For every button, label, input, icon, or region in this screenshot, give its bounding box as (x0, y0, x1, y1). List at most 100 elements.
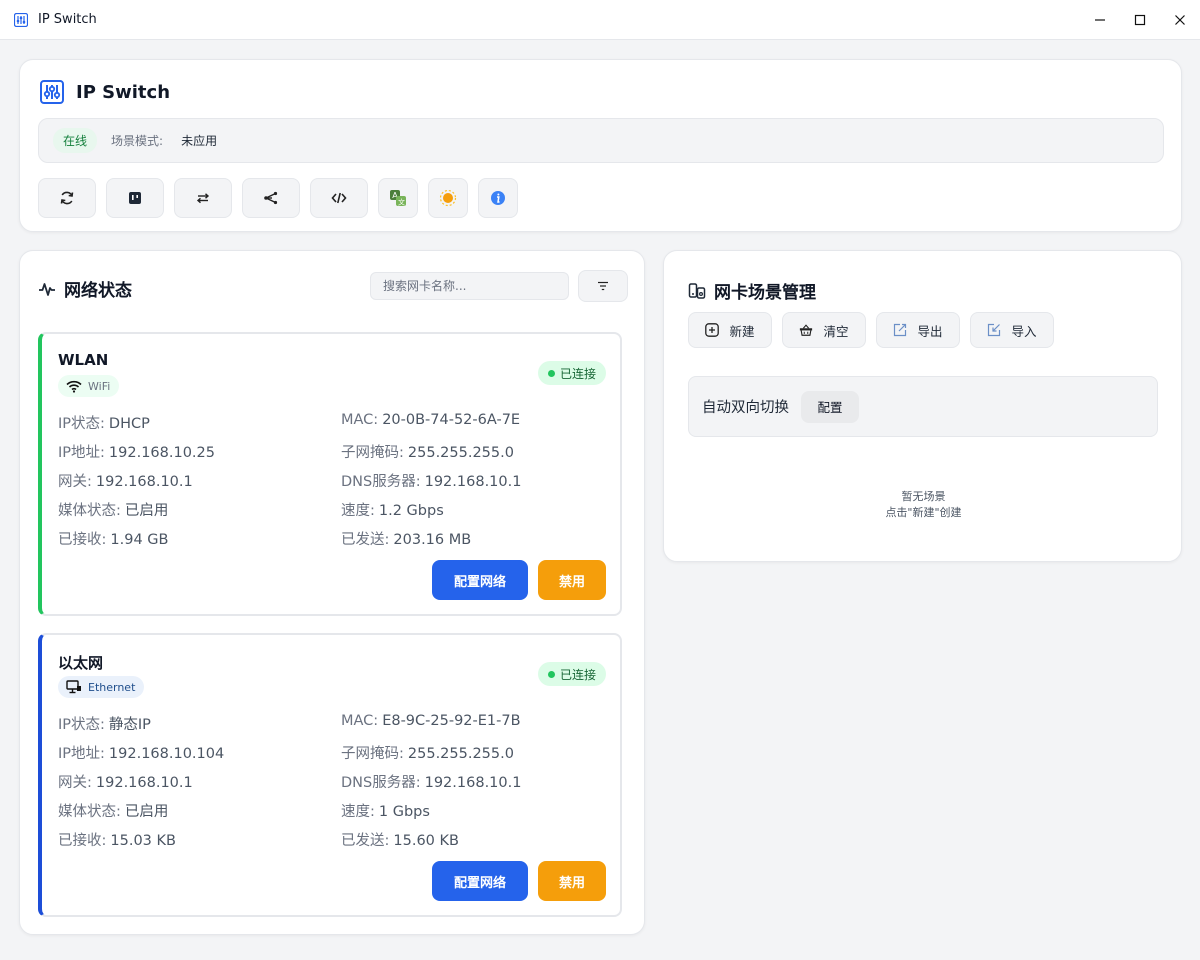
adapter-type-badge: Ethernet (58, 676, 145, 698)
export-scenes-label: 导出 (917, 323, 943, 339)
app-logo-icon (14, 12, 28, 27)
network-status-header: 网络状态 (38, 276, 132, 301)
sent-field: 已发送: 15.60 KB (341, 829, 459, 850)
speed-label: 速度: (341, 503, 375, 519)
export-scenes-button[interactable]: 导出 (876, 312, 960, 348)
subnet-mask-field: 子网掩码: 255.255.255.0 (341, 441, 514, 462)
received-field: 已接收: 15.03 KB (58, 829, 176, 850)
received-field: 已接收: 1.94 GB (58, 528, 168, 549)
subnet-mask-value: 255.255.255.0 (407, 746, 514, 762)
scene-management-card: 网卡场景管理 新建 清空 导出 导入 自动双向切换 配置 暂无场景 点击"新建"… (663, 250, 1182, 562)
swap-icon (196, 193, 210, 204)
code-icon (331, 192, 347, 204)
status-dot-icon (547, 369, 555, 377)
empty-scenes-hint: 点击"新建"创建 (885, 506, 962, 519)
plus-square-icon (705, 323, 720, 337)
media-status-field: 媒体状态: 已启用 (58, 800, 168, 821)
media-status-label: 媒体状态: (58, 503, 121, 519)
adapter-card-ethernet: 以太网 Ethernet 已连接 IP状态: 静态IP MAC: E8-9C-25-… (38, 633, 622, 917)
filter-button[interactable] (578, 270, 628, 302)
configure-network-button[interactable]: 配置网络 (432, 861, 528, 901)
clear-scenes-button[interactable]: 清空 (782, 312, 866, 348)
network-share-button[interactable] (242, 178, 300, 218)
swap-button[interactable] (174, 178, 232, 218)
disable-adapter-button[interactable]: 禁用 (538, 861, 606, 901)
connection-status-label: 已连接 (559, 667, 596, 682)
sent-field: 已发送: 203.16 MB (341, 528, 471, 549)
ip-status-field: IP状态: DHCP (58, 412, 150, 433)
connection-status-badge: 已连接 (537, 662, 606, 686)
translate-button[interactable]: A文 (378, 178, 418, 218)
sent-label: 已发送: (341, 532, 390, 548)
new-scene-button[interactable]: 新建 (688, 312, 772, 348)
auto-switch-label: 自动双向切换 (702, 400, 789, 416)
scene-actions: 新建 清空 导出 导入 (688, 312, 1064, 348)
dns-value: 192.168.10.1 (424, 474, 522, 490)
subnet-mask-label: 子网掩码: (341, 445, 404, 461)
import-scenes-button[interactable]: 导入 (970, 312, 1054, 348)
gateway-label: 网关: (58, 474, 92, 490)
configure-network-button[interactable]: 配置网络 (432, 560, 528, 600)
adapter-search-input[interactable] (370, 272, 569, 300)
auto-switch-config-button[interactable]: 配置 (801, 390, 859, 423)
status-bar: 在线 场景模式: 未应用 (38, 118, 1164, 163)
refresh-button[interactable] (38, 178, 96, 218)
info-icon (491, 191, 505, 205)
basket-icon (799, 323, 813, 337)
ip-address-value: 192.168.10.25 (108, 445, 215, 461)
activity-icon (38, 280, 56, 298)
speed-label: 速度: (341, 804, 375, 820)
terminal-button[interactable] (106, 178, 164, 218)
code-button[interactable] (310, 178, 368, 218)
gateway-field: 网关: 192.168.10.1 (58, 470, 193, 491)
speed-field: 速度: 1.2 Gbps (341, 499, 444, 520)
gateway-value: 192.168.10.1 (95, 775, 193, 791)
close-icon (1175, 15, 1185, 25)
sent-label: 已发送: (341, 833, 390, 849)
network-status-card: 网络状态 WLAN WiFi 已连接 IP状态:DHCP MAC:20-0B-7… (19, 250, 645, 935)
import-icon (987, 323, 1001, 337)
adapter-name: 以太网 (58, 654, 104, 672)
status-dot-icon (547, 670, 555, 678)
auto-switch-panel: 自动双向切换 配置 (688, 376, 1158, 437)
mac-label: MAC: (341, 713, 379, 729)
about-button[interactable] (478, 178, 518, 218)
connection-status-badge: 已连接 (537, 361, 606, 385)
toolbar: A文 (38, 178, 528, 218)
media-status-field: 媒体状态: 已启用 (58, 499, 168, 520)
theme-toggle-button[interactable] (428, 178, 468, 218)
ip-status-value: 静态IP (108, 717, 151, 733)
sun-theme-icon (439, 189, 457, 207)
media-status-label: 媒体状态: (58, 804, 121, 820)
ip-status-label: IP状态: (58, 717, 105, 733)
disable-adapter-button[interactable]: 禁用 (538, 560, 606, 600)
clear-scenes-label: 清空 (823, 323, 849, 339)
ip-address-value: 192.168.10.104 (108, 746, 225, 762)
svg-text:文: 文 (398, 197, 405, 206)
mac-value: E8-9C-25-92-E1-7B (382, 713, 521, 729)
ip-status-value: DHCP (108, 416, 150, 432)
dns-label: DNS服务器: (341, 474, 421, 490)
scene-management-title: 网卡场景管理 (714, 283, 816, 303)
app-logo-icon (40, 80, 64, 104)
window-title: IP Switch (38, 12, 97, 27)
subnet-mask-field: 子网掩码: 255.255.255.0 (341, 742, 514, 763)
scene-mode-value: 未应用 (181, 134, 218, 148)
subnet-mask-label: 子网掩码: (341, 746, 404, 762)
subnet-mask-value: 255.255.255.0 (407, 445, 514, 461)
gateway-field: 网关: 192.168.10.1 (58, 771, 193, 792)
scene-management-header: 网卡场景管理 (688, 278, 816, 303)
network-status-title: 网络状态 (64, 281, 132, 301)
header-card: IP Switch 在线 场景模式: 未应用 A文 (19, 59, 1182, 232)
network-share-icon (264, 191, 278, 205)
sent-value: 15.60 KB (393, 833, 459, 849)
gateway-value: 192.168.10.1 (95, 474, 193, 490)
dns-label: DNS服务器: (341, 775, 421, 791)
close-button[interactable] (1160, 0, 1200, 40)
maximize-button[interactable] (1120, 0, 1160, 40)
minimize-button[interactable] (1080, 0, 1120, 40)
wifi-icon (66, 379, 82, 393)
speed-field: 速度: 1 Gbps (341, 800, 430, 821)
terminal-icon (129, 192, 141, 204)
minimize-icon (1095, 19, 1105, 21)
